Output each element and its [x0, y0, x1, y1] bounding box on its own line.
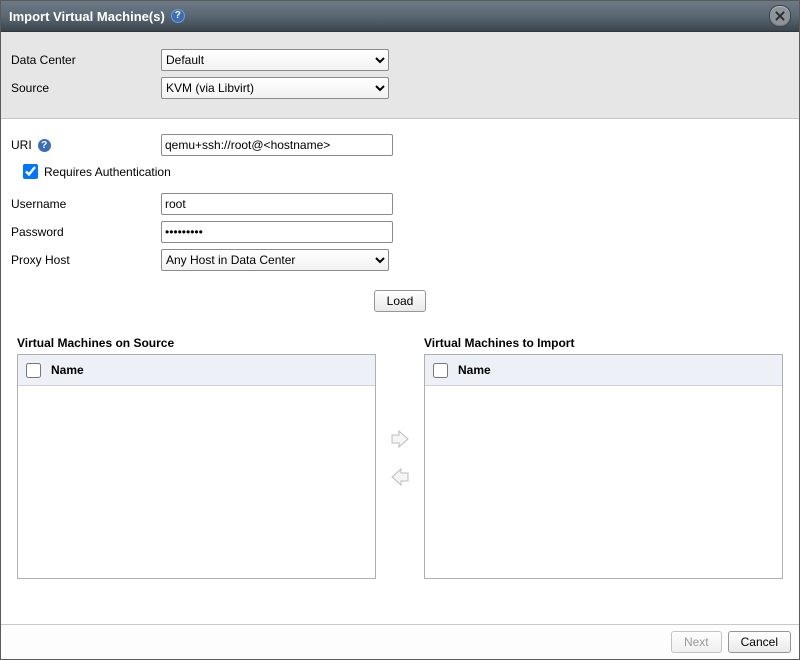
target-list: Name [424, 354, 783, 579]
next-button[interactable]: Next [671, 631, 722, 653]
transfer-arrows [376, 336, 424, 579]
help-icon[interactable]: ? [38, 139, 51, 152]
username-label: Username [11, 197, 161, 211]
import-vm-dialog: Import Virtual Machine(s) ? Data Center … [0, 0, 800, 660]
chevron-right-icon [390, 430, 410, 448]
dialog-title: Import Virtual Machine(s) [9, 9, 165, 24]
source-select[interactable]: KVM (via Libvirt) [161, 77, 389, 99]
target-column-name: Name [458, 363, 491, 377]
requires-auth-checkbox[interactable] [23, 164, 38, 179]
close-icon[interactable] [769, 5, 791, 27]
target-list-heading: Virtual Machines to Import [424, 336, 783, 350]
source-list: Name [17, 354, 376, 579]
data-center-label: Data Center [11, 53, 161, 67]
source-column-name: Name [51, 363, 84, 377]
source-list-heading: Virtual Machines on Source [17, 336, 376, 350]
target-select-all-checkbox[interactable] [433, 363, 448, 378]
body-section: URI ? Requires Authentication Username P… [1, 119, 799, 579]
target-list-body[interactable] [425, 386, 782, 578]
source-list-body[interactable] [18, 386, 375, 578]
help-icon[interactable]: ? [171, 9, 185, 23]
chevron-left-icon [390, 468, 410, 486]
transfer-area: Virtual Machines on Source Name [11, 336, 789, 579]
username-input[interactable] [161, 193, 393, 215]
move-left-button[interactable] [388, 467, 412, 487]
load-button[interactable]: Load [374, 290, 427, 312]
proxy-host-label: Proxy Host [11, 253, 161, 267]
move-right-button[interactable] [388, 429, 412, 449]
dialog-footer: Next Cancel [1, 624, 799, 659]
source-label: Source [11, 81, 161, 95]
proxy-host-select[interactable]: Any Host in Data Center [161, 249, 389, 271]
source-select-all-checkbox[interactable] [26, 363, 41, 378]
top-section: Data Center Default Source KVM (via Libv… [1, 32, 799, 119]
uri-label: URI ? [11, 138, 161, 152]
data-center-select[interactable]: Default [161, 49, 389, 71]
titlebar: Import Virtual Machine(s) ? [1, 1, 799, 32]
password-input[interactable] [161, 221, 393, 243]
password-label: Password [11, 225, 161, 239]
cancel-button[interactable]: Cancel [728, 631, 791, 653]
uri-input[interactable] [161, 134, 393, 156]
source-list-header: Name [18, 355, 375, 386]
requires-auth-label: Requires Authentication [44, 165, 171, 179]
target-list-header: Name [425, 355, 782, 386]
